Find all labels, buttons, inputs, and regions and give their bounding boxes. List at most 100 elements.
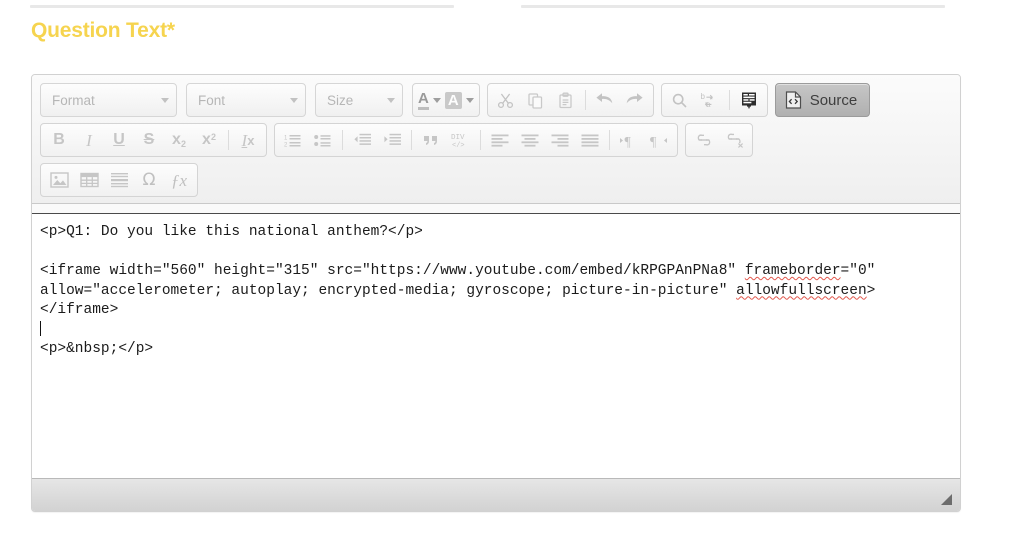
source-code-textarea[interactable]: <p>Q1: Do you like this national anthem?… — [32, 213, 960, 478]
replace-icon[interactable]: b a — [695, 85, 725, 115]
chevron-down-icon — [161, 97, 169, 103]
remove-format-x: x — [247, 132, 255, 148]
chevron-down-icon — [290, 97, 298, 103]
color-button-group: A A — [412, 83, 480, 117]
svg-text:¶: ¶ — [650, 135, 657, 148]
background-color-button[interactable]: A — [443, 85, 476, 115]
copy-icon[interactable] — [521, 85, 551, 115]
question-text-editor-page: Question Text* Format Font Size A A b a … — [0, 0, 1024, 540]
text-direction-ltr-icon[interactable]: ¶ — [614, 125, 644, 155]
numbered-list-icon[interactable]: 1 2 — [278, 125, 308, 155]
link-group — [685, 123, 753, 157]
rich-text-editor: Format Font Size A A b a Source B I U S … — [31, 74, 961, 512]
div-container-icon[interactable]: DIV </> — [446, 125, 476, 155]
spellcheck-word-frameborder: frameborder — [744, 263, 841, 279]
subscript-button[interactable]: x2 — [164, 125, 194, 155]
svg-text:1: 1 — [284, 135, 288, 141]
paste-icon[interactable] — [551, 85, 581, 115]
background-color-a-glyph: A — [444, 91, 462, 109]
subscript-index: 2 — [180, 138, 186, 149]
bulleted-list-icon[interactable] — [308, 125, 338, 155]
text-color-a-glyph: A — [418, 91, 429, 110]
toolbar-row-1: Format Font Size A A b a Source — [36, 80, 956, 120]
italic-button[interactable]: I — [74, 125, 104, 155]
cut-icon[interactable] — [491, 85, 521, 115]
font-combo[interactable]: Font — [186, 83, 306, 117]
underline-button[interactable]: U — [104, 125, 134, 155]
text-style-group: B I U S x2 x2 Ix — [40, 123, 267, 157]
strikethrough-glyph: S — [143, 131, 155, 148]
select-all-icon[interactable] — [734, 85, 764, 115]
size-combo-label: Size — [327, 92, 354, 108]
divider-line-left — [30, 5, 454, 8]
svg-text:b: b — [701, 92, 706, 101]
find-button-group: b a — [660, 83, 768, 117]
toolbar-row-2: B I U S x2 x2 Ix 1 2 DIV </> ¶ ¶ — [36, 120, 956, 160]
align-left-icon[interactable] — [485, 125, 515, 155]
superscript-button[interactable]: x2 — [194, 125, 224, 155]
chevron-down-icon — [465, 97, 474, 103]
toolbar-separator — [411, 130, 412, 150]
format-combo[interactable]: Format — [40, 83, 177, 117]
format-combo-label: Format — [52, 92, 95, 108]
text-cursor — [40, 320, 41, 336]
svg-text:¶: ¶ — [625, 135, 632, 148]
paragraph-group: 1 2 DIV </> ¶ ¶ — [274, 123, 678, 157]
image-icon[interactable] — [44, 165, 74, 195]
toolbar-separator — [342, 130, 343, 150]
increase-indent-icon[interactable] — [377, 125, 407, 155]
superscript-index: 2 — [210, 132, 216, 142]
spellcheck-word-allowfullscreen: allowfullscreen — [736, 282, 867, 299]
svg-text:</>: </> — [452, 142, 465, 149]
bold-button[interactable]: B — [44, 125, 74, 155]
editor-toolbar: Format Font Size A A b a Source B I U S … — [32, 75, 960, 204]
source-line-1: <p>Q1: Do you like this national anthem?… — [40, 224, 423, 240]
redo-icon[interactable] — [620, 85, 650, 115]
source-code-icon — [785, 91, 801, 109]
unlink-icon[interactable] — [719, 125, 749, 155]
decrease-indent-icon[interactable] — [347, 125, 377, 155]
svg-text:2: 2 — [284, 142, 288, 148]
math-formula-icon[interactable]: ƒx — [164, 165, 194, 195]
omega-glyph: Ω — [142, 169, 156, 190]
chevron-down-icon — [432, 97, 441, 103]
special-character-icon[interactable]: Ω — [134, 165, 164, 195]
underline-glyph: U — [113, 131, 125, 148]
undo-icon[interactable] — [590, 85, 620, 115]
subscript-glyph: x — [172, 130, 181, 148]
toolbar-separator — [609, 130, 610, 150]
source-code-content: <p>Q1: Do you like this national anthem?… — [40, 223, 950, 360]
toolbar-separator — [728, 90, 730, 110]
svg-text:DIV: DIV — [451, 134, 465, 142]
toolbar-separator — [228, 130, 229, 150]
fx-glyph: ƒx — [170, 170, 188, 190]
size-combo[interactable]: Size — [315, 83, 403, 117]
toolbar-separator — [584, 90, 586, 110]
table-icon[interactable] — [74, 165, 104, 195]
justify-icon[interactable] — [575, 125, 605, 155]
superscript-glyph: x — [202, 131, 211, 148]
source-iframe-prefix: <iframe width="560" height="315" src="ht… — [40, 263, 745, 279]
horizontal-rule-icon[interactable] — [104, 165, 134, 195]
page-title: Question Text* — [31, 19, 175, 42]
source-button[interactable]: Source — [774, 83, 871, 117]
italic-glyph: I — [86, 130, 92, 150]
text-color-button[interactable]: A — [416, 85, 443, 115]
align-right-icon[interactable] — [545, 125, 575, 155]
resize-handle[interactable] — [941, 494, 952, 505]
text-direction-rtl-icon[interactable]: ¶ — [644, 125, 674, 155]
source-line-last: <p>&nbsp;</p> — [40, 341, 154, 357]
toolbar-separator — [480, 130, 481, 150]
chevron-down-icon — [387, 97, 395, 103]
link-icon[interactable] — [689, 125, 719, 155]
font-combo-label: Font — [198, 92, 226, 108]
clipboard-button-group — [486, 83, 654, 117]
find-icon[interactable] — [665, 85, 695, 115]
remove-format-button[interactable]: Ix — [233, 125, 263, 155]
strikethrough-button[interactable]: S — [134, 125, 164, 155]
source-button-label: Source — [809, 91, 858, 109]
toolbar-row-3: Ω ƒx — [36, 160, 956, 200]
align-center-icon[interactable] — [515, 125, 545, 155]
editor-footer — [32, 478, 960, 511]
blockquote-icon[interactable] — [416, 125, 446, 155]
